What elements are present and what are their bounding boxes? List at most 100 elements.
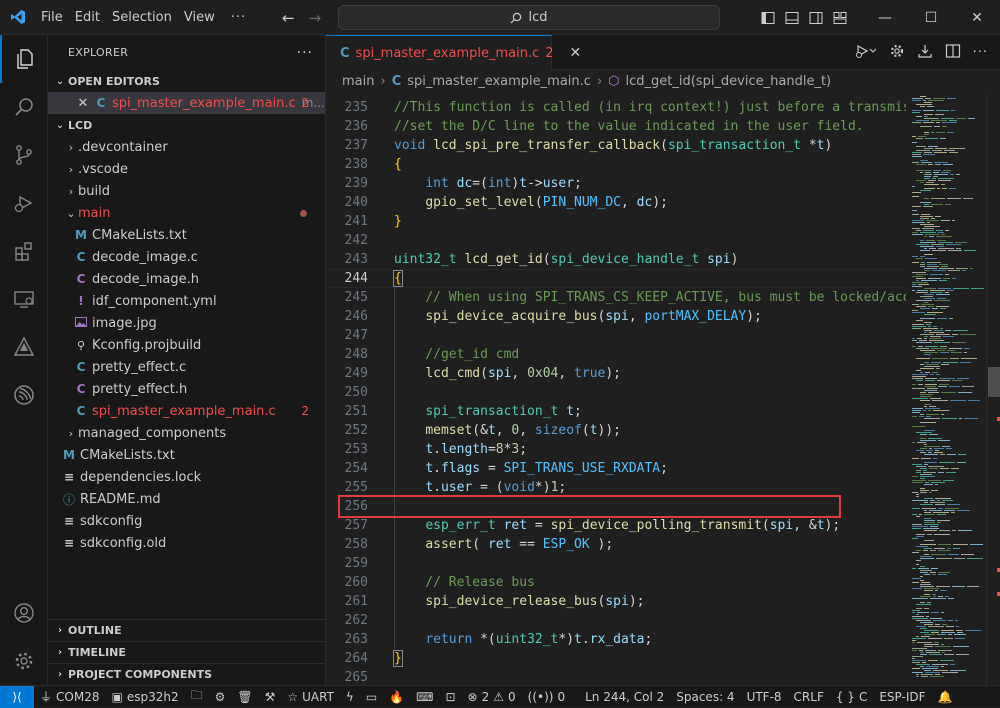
- file-decode-image-c[interactable]: C decode_image.c: [48, 246, 325, 268]
- open-project-icon[interactable]: 🗀: [185, 686, 209, 708]
- menuconfig-gear-icon[interactable]: ⚙: [209, 686, 232, 708]
- file-pretty-effect-c[interactable]: C pretty_effect.c: [48, 356, 325, 378]
- flash-download-icon[interactable]: [917, 43, 933, 63]
- remote-explorer-icon[interactable]: [0, 275, 48, 323]
- line-number: 265: [344, 670, 368, 685]
- build-flash-monitor-icon[interactable]: 🔥: [383, 686, 410, 708]
- file-sdkconfig[interactable]: ≡ sdkconfig: [48, 510, 325, 532]
- terminal-icon[interactable]: ⌨: [410, 686, 439, 708]
- breadcrumb-file[interactable]: spi_master_example_main.c: [407, 74, 591, 89]
- file-decode-image-h[interactable]: C decode_image.h: [48, 268, 325, 290]
- ports-item[interactable]: ((•)) 0: [522, 686, 571, 708]
- breadcrumb-folder[interactable]: main: [342, 74, 374, 89]
- folder-vscode[interactable]: › .vscode: [48, 158, 325, 180]
- settings-gear-icon[interactable]: [889, 43, 905, 63]
- toggle-primary-sidebar-icon[interactable]: [756, 0, 780, 35]
- close-tab-icon[interactable]: ✕: [570, 45, 582, 61]
- outline-section[interactable]: › OUTLINE: [48, 619, 326, 641]
- end-of-line[interactable]: CRLF: [788, 686, 830, 708]
- manage-gear-icon[interactable]: [0, 637, 48, 685]
- vertical-scrollbar[interactable]: [986, 92, 1000, 685]
- code-editor[interactable]: 235 //This function is called (in irq con…: [326, 92, 906, 685]
- timeline-section[interactable]: › TIMELINE: [48, 641, 326, 663]
- run-debug-dropdown-icon[interactable]: [855, 43, 877, 63]
- framework-item[interactable]: ESP-IDF: [873, 686, 931, 708]
- language-mode[interactable]: { } C: [830, 686, 873, 708]
- forward-arrow-icon[interactable]: →: [309, 9, 322, 27]
- minimap[interactable]: [906, 92, 986, 685]
- menu-edit[interactable]: Edit: [69, 0, 106, 35]
- problems-item[interactable]: ⊗ 2 ⚠ 0: [462, 686, 522, 708]
- file-spi-master-example-main[interactable]: C spi_master_example_main.c 2: [48, 400, 325, 422]
- menu-file[interactable]: File: [35, 0, 69, 35]
- maximize-button[interactable]: ☐: [908, 0, 954, 35]
- build-icon[interactable]: ⚒: [259, 686, 282, 708]
- extensions-icon[interactable]: [0, 227, 48, 275]
- target-item[interactable]: ▣ esp32h2: [105, 686, 184, 708]
- code-line: // When using SPI_TRANS_CS_KEEP_ACTIVE, …: [425, 290, 906, 305]
- file-cmakelists-root[interactable]: M CMakeLists.txt: [48, 444, 325, 466]
- folder-managed-components[interactable]: › managed_components: [48, 422, 325, 444]
- close-window-button[interactable]: ✕: [954, 0, 1000, 35]
- file-dependencies-lock[interactable]: ≡ dependencies.lock: [48, 466, 325, 488]
- search-view-icon[interactable]: [0, 83, 48, 131]
- custom-task-icon[interactable]: ⊡: [439, 686, 461, 708]
- customize-layout-icon[interactable]: [828, 0, 852, 35]
- file-idf-component-yml[interactable]: ! idf_component.yml: [48, 290, 325, 312]
- open-editors-section[interactable]: ⌄ OPEN EDITORS: [48, 70, 325, 92]
- tab-spi-master-example-main[interactable]: C spi_master_example_main.c 2 ✕: [326, 35, 581, 70]
- monitor-icon[interactable]: ▭: [360, 686, 383, 708]
- file-pretty-effect-h[interactable]: C pretty_effect.h: [48, 378, 325, 400]
- line-number: 248: [344, 347, 368, 362]
- file-sdkconfig-old[interactable]: ≡ sdkconfig.old: [48, 532, 325, 554]
- code-line: return *(uint32_t*)t.rx_data;: [425, 632, 653, 647]
- command-center-search[interactable]: lcd: [338, 5, 720, 30]
- cursor-position[interactable]: Ln 244, Col 2: [579, 686, 670, 708]
- menu-selection[interactable]: Selection: [106, 0, 178, 35]
- open-editor-name: spi_master_example_main.c: [112, 95, 296, 111]
- back-arrow-icon[interactable]: ←: [282, 9, 295, 27]
- menu-view[interactable]: View: [178, 0, 221, 35]
- folder-main[interactable]: ⌄ main: [48, 202, 325, 224]
- explorer-icon[interactable]: [0, 35, 48, 83]
- title-bar: File Edit Selection View ··· ← → lcd — ☐…: [0, 0, 1000, 35]
- encoding[interactable]: UTF-8: [741, 686, 788, 708]
- espressif-icon[interactable]: [0, 371, 48, 419]
- toggle-secondary-sidebar-icon[interactable]: [804, 0, 828, 35]
- folder-build[interactable]: › build: [48, 180, 325, 202]
- notifications-bell-icon[interactable]: 🔔: [932, 686, 959, 708]
- c-file-icon: C: [76, 404, 86, 418]
- file-image-jpg[interactable]: image.jpg: [48, 312, 325, 334]
- scrollbar-thumb[interactable]: [988, 367, 1000, 397]
- full-clean-trash-icon[interactable]: 🗑: [231, 686, 258, 708]
- source-control-icon[interactable]: [0, 131, 48, 179]
- code-line: int dc=(int)t->user;: [425, 176, 582, 191]
- line-number: 264: [344, 651, 368, 666]
- serial-port-item[interactable]: ⏚ COM28: [34, 686, 105, 708]
- minimize-button[interactable]: —: [862, 0, 908, 35]
- breadcrumb-symbol[interactable]: lcd_get_id(spi_device_handle_t): [626, 74, 832, 89]
- project-components-section[interactable]: › PROJECT COMPONENTS: [48, 663, 326, 685]
- folder-lcd-section[interactable]: ⌄ LCD: [48, 114, 325, 136]
- accounts-icon[interactable]: [0, 589, 48, 637]
- esp-idf-explorer-icon[interactable]: [0, 323, 48, 371]
- code-line: t.flags = SPI_TRANS_USE_RXDATA;: [425, 461, 668, 476]
- file-kconfig[interactable]: ⚲ Kconfig.projbuild: [48, 334, 325, 356]
- file-cmakelists-main[interactable]: M CMakeLists.txt: [48, 224, 325, 246]
- code-line: {: [393, 270, 403, 287]
- open-editor-item[interactable]: ✕ C spi_master_example_main.c m... 2: [48, 92, 325, 114]
- file-readme[interactable]: ⓘ README.md: [48, 488, 325, 510]
- more-menu-icon[interactable]: ···: [225, 0, 252, 35]
- toggle-panel-icon[interactable]: [780, 0, 804, 35]
- remote-indicator-icon[interactable]: ⟩⟨: [0, 685, 34, 708]
- explorer-more-icon[interactable]: ···: [297, 45, 313, 61]
- folder-devcontainer[interactable]: › .devcontainer: [48, 136, 325, 158]
- split-editor-icon[interactable]: [945, 43, 961, 63]
- chevron-right-icon: ›: [68, 184, 74, 198]
- indentation[interactable]: Spaces: 4: [670, 686, 740, 708]
- more-actions-icon[interactable]: ···: [973, 45, 988, 60]
- run-debug-icon[interactable]: [0, 179, 48, 227]
- flash-method-item[interactable]: ☆ UART: [281, 686, 340, 708]
- close-editor-icon[interactable]: ✕: [74, 96, 92, 111]
- flash-icon[interactable]: ϟ: [340, 686, 360, 708]
